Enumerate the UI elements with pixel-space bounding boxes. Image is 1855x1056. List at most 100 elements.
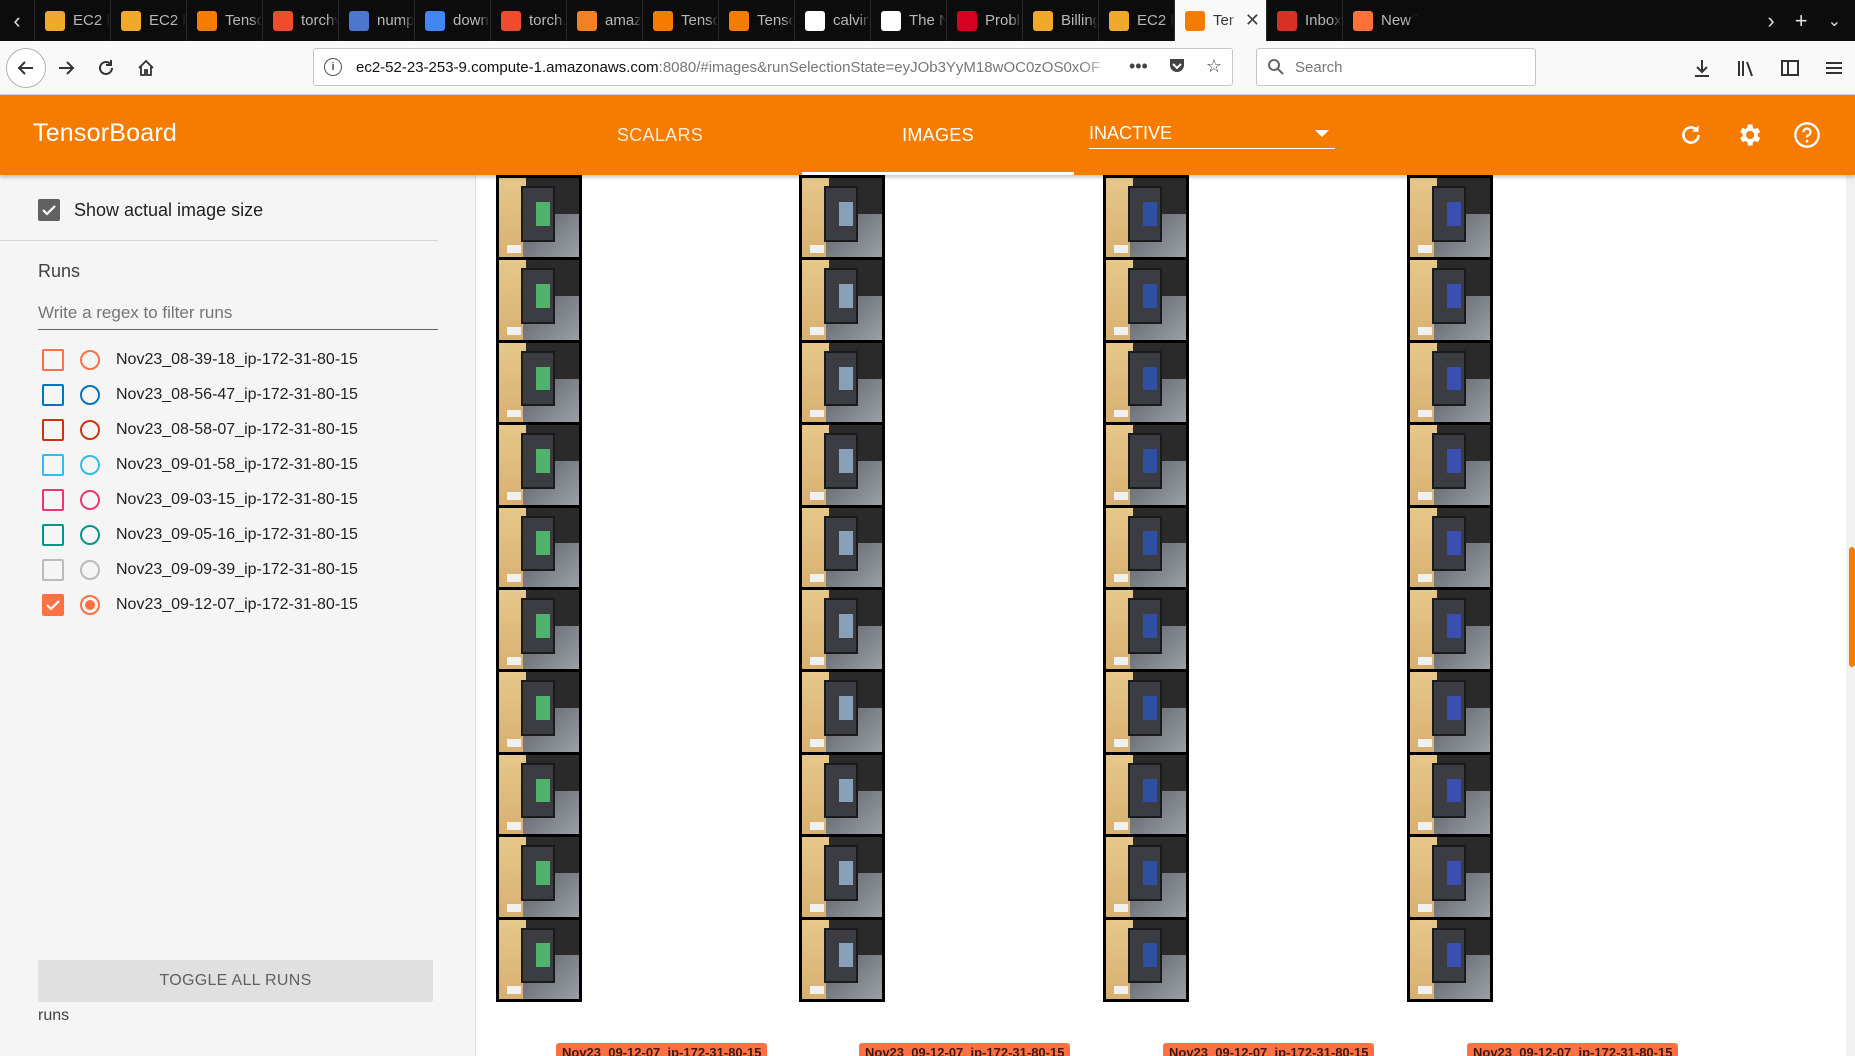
site-info-icon[interactable]: i	[324, 58, 342, 76]
downloads-icon[interactable]	[1691, 57, 1713, 79]
show-actual-size-toggle[interactable]: Show actual image size	[38, 199, 263, 221]
help-button[interactable]	[1789, 117, 1825, 153]
close-tab-icon[interactable]: ✕	[1245, 10, 1266, 31]
run-item[interactable]: Nov23_08-58-07_ip-172-31-80-15	[42, 412, 462, 447]
browser-tab[interactable]: Ter ✕	[1174, 0, 1266, 41]
browser-tab[interactable]: Proble	[946, 0, 1022, 41]
run-item[interactable]: Nov23_09-01-58_ip-172-31-80-15	[42, 447, 462, 482]
url-bar[interactable]: i ec2-52-23-253-9.compute-1.amazonaws.co…	[313, 48, 1233, 86]
browser-tab[interactable]: EC2 M	[1098, 0, 1174, 41]
image-marker	[1418, 327, 1433, 336]
header-actions	[1673, 117, 1825, 153]
image-sample-strip[interactable]	[1103, 175, 1189, 1002]
browser-tab[interactable]: torch.	[490, 0, 566, 41]
run-color-radio[interactable]	[80, 419, 100, 440]
browser-tab[interactable]: Tenso	[642, 0, 718, 41]
browser-tab[interactable]: Inbox	[1266, 0, 1342, 41]
image-sample-strip[interactable]	[799, 175, 885, 1002]
browser-tab[interactable]: Billing	[1022, 0, 1098, 41]
image-sample-strip[interactable]	[496, 175, 582, 1002]
browser-tab[interactable]: The N	[870, 0, 946, 41]
tab-images[interactable]: IMAGES	[802, 95, 1074, 175]
run-color-radio[interactable]	[80, 594, 100, 615]
tab-scroll-left-icon[interactable]: ‹	[0, 0, 34, 41]
run-list: Nov23_08-39-18_ip-172-31-80-15 Nov23_08-5…	[42, 342, 462, 622]
back-button[interactable]	[6, 47, 46, 88]
reload-data-button[interactable]	[1673, 117, 1709, 153]
run-checkbox[interactable]	[42, 418, 64, 441]
bookmark-star-icon[interactable]: ☆	[1206, 56, 1222, 79]
library-icon[interactable]	[1735, 57, 1757, 79]
browser-tab[interactable]: Tenso	[718, 0, 794, 41]
run-color-radio[interactable]	[80, 489, 100, 510]
image-dashboard: Nov23_09-12-07_ip-172-31-80-15 Nov23_09-1…	[476, 175, 1855, 1056]
new-tab-icon[interactable]: +	[1795, 8, 1808, 34]
run-checkbox[interactable]	[42, 383, 64, 406]
sidebar-divider	[0, 240, 438, 241]
browser-tab-label: Tenso	[225, 12, 262, 29]
run-color-radio[interactable]	[80, 559, 100, 580]
pocket-icon[interactable]	[1168, 56, 1186, 79]
run-color-radio[interactable]	[80, 384, 100, 405]
image-object	[1142, 778, 1158, 803]
run-item[interactable]: Nov23_09-05-16_ip-172-31-80-15	[42, 517, 462, 552]
image-sample-strip[interactable]	[1407, 175, 1493, 1002]
radio-dot	[85, 599, 95, 610]
run-item[interactable]: Nov23_09-12-07_ip-172-31-80-15	[42, 587, 462, 622]
run-color-radio[interactable]	[80, 454, 100, 475]
image-frame	[499, 590, 579, 670]
runs-footer: runs	[38, 1007, 70, 1024]
browser-tab[interactable]: down	[414, 0, 490, 41]
browser-tab[interactable]: amaz	[566, 0, 642, 41]
tab-scalars[interactable]: SCALARS	[570, 95, 750, 175]
settings-button[interactable]	[1731, 117, 1767, 153]
reload-button[interactable]	[86, 48, 126, 88]
run-color-radio[interactable]	[80, 349, 100, 370]
run-checkbox[interactable]	[42, 593, 64, 616]
browser-tab-label: EC2 M	[73, 12, 110, 29]
tab-scroll-right-icon[interactable]: ›	[1767, 8, 1774, 34]
run-checkbox[interactable]	[42, 558, 64, 581]
run-checkbox[interactable]	[42, 523, 64, 546]
forward-button[interactable]	[46, 48, 86, 88]
image-marker	[507, 656, 522, 665]
home-button[interactable]	[126, 48, 166, 88]
browser-tab[interactable]: torchv	[262, 0, 338, 41]
browser-tab[interactable]: EC2 M	[110, 0, 186, 41]
sidebar-toggle-icon[interactable]	[1779, 57, 1801, 79]
run-filter-input[interactable]	[38, 296, 438, 330]
page-actions-icon[interactable]: •••	[1129, 56, 1148, 79]
browser-tab[interactable]: Tenso	[186, 0, 262, 41]
image-object	[535, 943, 551, 968]
main-scrollbar[interactable]	[1846, 175, 1855, 1056]
browser-tab[interactable]: New T	[1342, 0, 1418, 41]
run-item[interactable]: Nov23_09-03-15_ip-172-31-80-15	[42, 482, 462, 517]
image-marker	[507, 903, 522, 912]
run-item[interactable]: Nov23_08-56-47_ip-172-31-80-15	[42, 377, 462, 412]
run-checkbox[interactable]	[42, 488, 64, 511]
image-object	[1142, 861, 1158, 885]
run-item[interactable]: Nov23_08-39-18_ip-172-31-80-15	[42, 342, 462, 377]
hamburger-menu-icon[interactable]	[1823, 57, 1845, 79]
browser-tab[interactable]: calvin	[794, 0, 870, 41]
run-tag-label: Nov23_09-12-07_ip-172-31-80-15	[556, 1043, 768, 1056]
inactive-plugins-dropdown[interactable]: INACTIVE	[1089, 119, 1335, 149]
tab-images-label: IMAGES	[902, 124, 974, 145]
image-frame	[1106, 837, 1186, 917]
browser-tab[interactable]: nump	[338, 0, 414, 41]
image-frame	[802, 672, 882, 752]
browser-tab[interactable]: EC2 M	[34, 0, 110, 41]
run-item[interactable]: Nov23_09-09-39_ip-172-31-80-15	[42, 552, 462, 587]
run-color-radio[interactable]	[80, 524, 100, 545]
run-checkbox[interactable]	[42, 453, 64, 476]
scrollbar-thumb[interactable]	[1849, 547, 1855, 667]
browser-tab-label: EC2 M	[1137, 12, 1174, 29]
image-frame	[1106, 754, 1186, 835]
image-object	[535, 366, 551, 391]
show-actual-size-checkbox[interactable]	[38, 199, 60, 221]
toggle-all-runs-button[interactable]: TOGGLE ALL RUNS	[38, 960, 433, 1002]
run-checkbox[interactable]	[42, 348, 64, 371]
image-frame	[499, 754, 579, 835]
search-bar[interactable]: Search	[1256, 48, 1536, 86]
tab-list-menu-icon[interactable]: ⌄	[1828, 11, 1841, 31]
